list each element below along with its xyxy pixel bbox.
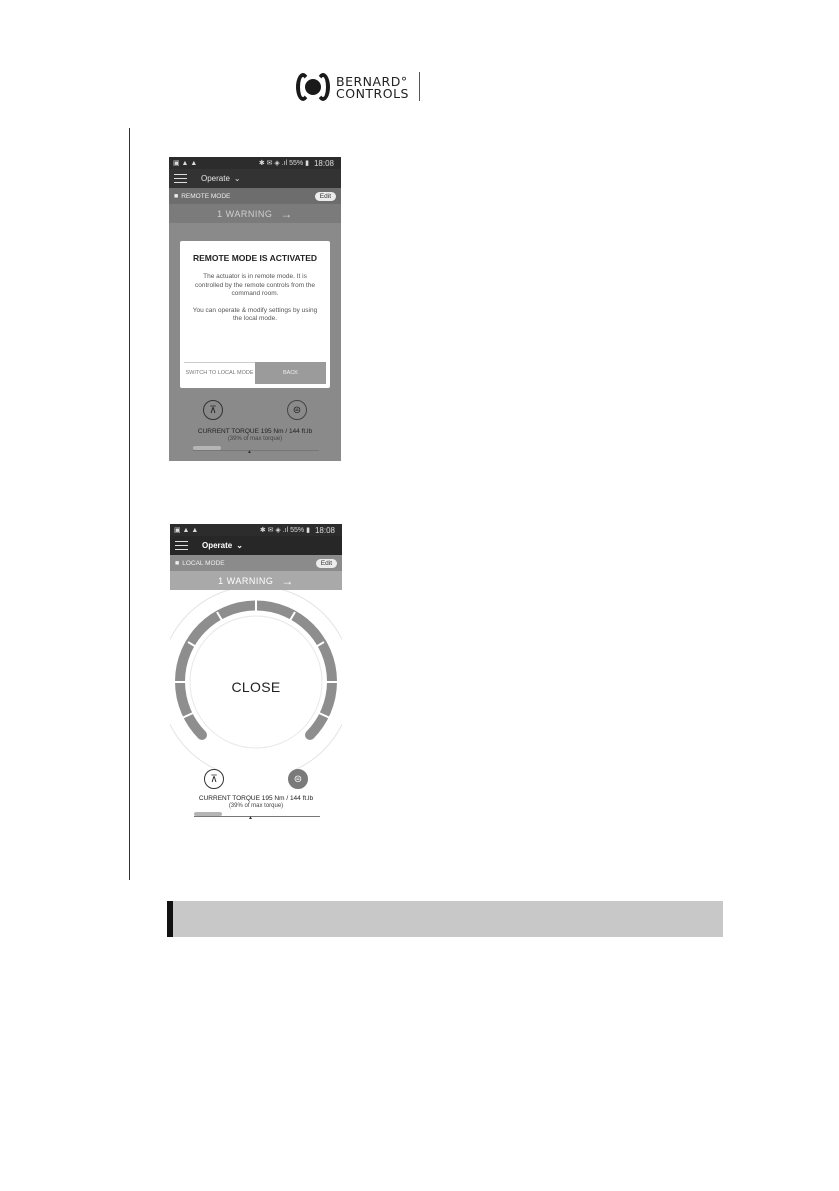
dialog-body-2: You can operate & modify settings by usi… — [192, 306, 318, 323]
warning-bar[interactable]: 1 WARNING → — [170, 571, 342, 590]
section-heading-bar — [167, 901, 723, 937]
screenshot-remote-mode: ▣ ▲ ▲ ✱ ✉ ◈ .ıl 55% ▮ 18:08 Operate ⌄ ■ R… — [169, 157, 341, 461]
torque-readout: CURRENT TORQUE 195 Nm / 144 ft.lb (39% o… — [170, 795, 342, 810]
arrow-right-icon: → — [280, 206, 293, 221]
open-icon[interactable]: ⊼ — [203, 400, 223, 420]
torque-bar-fill — [194, 812, 222, 816]
app-bar: Operate ⌄ — [170, 536, 342, 555]
control-buttons: ⊼ ⊜ — [169, 400, 341, 420]
header-separator — [419, 72, 420, 101]
lock-icon: ■ — [174, 192, 179, 200]
operate-dropdown[interactable]: Operate — [201, 174, 230, 183]
lock-icon: ■ — [175, 559, 180, 567]
edit-button[interactable]: Edit — [315, 558, 337, 568]
margin-rule — [129, 128, 130, 880]
torque-label: CURRENT TORQUE 195 Nm / 144 ft.lb — [197, 428, 313, 435]
logo-line-2: CONTROLS — [336, 86, 409, 101]
screenshot-local-mode: ▣ ▲ ▲ ✱ ✉ ◈ .ıl 55% ▮ 18:08 Operate ⌄ ■ L… — [170, 524, 342, 826]
status-time: 18:08 — [314, 525, 335, 535]
logo-mark-icon — [296, 73, 330, 103]
status-icons-left: ▣ ▲ ▲ — [173, 160, 198, 167]
mode-bar: ■ REMOTE MODE Edit — [169, 188, 341, 204]
switch-to-local-mode-button[interactable]: SWITCH TO LOCAL MODE — [184, 362, 255, 384]
stop-icon[interactable]: ⊜ — [288, 769, 308, 789]
edit-button[interactable]: Edit — [314, 191, 336, 201]
status-time: 18:08 — [313, 158, 334, 168]
dial-arc — [175, 600, 337, 740]
dialog-body-1: The actuator is in remote mode. It is co… — [195, 273, 315, 297]
dialog-title: REMOTE MODE IS ACTIVATED — [192, 253, 318, 263]
open-icon[interactable]: ⊼ — [204, 769, 224, 789]
torque-label: CURRENT TORQUE 195 Nm / 144 ft.lb — [198, 795, 314, 802]
app-bar: Operate ⌄ — [169, 169, 341, 188]
operate-dropdown[interactable]: Operate — [202, 541, 232, 550]
mode-bar: ■ LOCAL MODE Edit — [170, 555, 342, 571]
arrow-right-icon: → — [281, 573, 294, 588]
status-bar: ▣ ▲ ▲ ✱ ✉ ◈ .ıl 55% ▮ 18:08 — [169, 157, 341, 169]
remote-mode-dialog: REMOTE MODE IS ACTIVATED The actuator is… — [180, 241, 330, 388]
control-buttons: ⊼ ⊜ — [170, 769, 342, 789]
menu-icon[interactable] — [174, 174, 187, 183]
dial-segment-gaps — [175, 600, 337, 719]
torque-marker-icon: ▲ — [248, 815, 253, 821]
brand-logo: BERNARD° CONTROLS — [296, 72, 409, 104]
torque-percent-label: (39% of max torque) — [227, 435, 283, 442]
torque-bar-fill — [193, 446, 221, 450]
status-icons-right: ✱ ✉ ◈ .ıl 55% ▮ — [259, 527, 310, 534]
status-bar: ▣ ▲ ▲ ✱ ✉ ◈ .ıl 55% ▮ 18:08 — [170, 524, 342, 536]
torque-readout: CURRENT TORQUE 195 Nm / 144 ft.lb (39% o… — [169, 428, 341, 443]
menu-icon[interactable] — [175, 541, 188, 550]
chevron-down-icon[interactable]: ⌄ — [236, 541, 243, 550]
logo-text: BERNARD° CONTROLS — [336, 75, 409, 101]
warning-label: 1 WARNING — [217, 208, 273, 219]
warning-bar[interactable]: 1 WARNING → — [169, 204, 341, 223]
torque-bar: ▲ — [194, 812, 320, 821]
dial-position-label: CLOSE — [231, 679, 281, 695]
mode-label: REMOTE MODE — [181, 192, 231, 200]
status-icons-right: ✱ ✉ ◈ .ıl 55% ▮ — [258, 160, 309, 167]
status-icons-left: ▣ ▲ ▲ — [174, 527, 199, 534]
back-button[interactable]: BACK — [255, 362, 326, 384]
mode-label: LOCAL MODE — [182, 559, 225, 567]
torque-marker-icon: ▲ — [247, 449, 252, 455]
warning-label: 1 WARNING — [218, 575, 274, 586]
chevron-down-icon[interactable]: ⌄ — [234, 174, 241, 183]
stop-icon[interactable]: ⊜ — [287, 400, 307, 420]
torque-percent-label: (39% of max torque) — [228, 802, 284, 809]
torque-bar: ▲ — [193, 446, 319, 455]
